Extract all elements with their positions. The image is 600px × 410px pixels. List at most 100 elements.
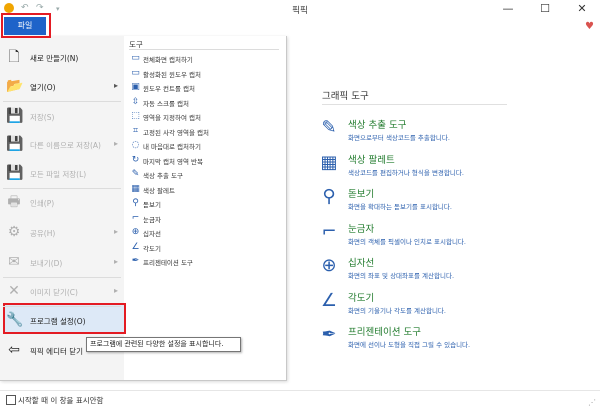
file-menu-item[interactable]: 💾 모든 파일 저장(L)	[0, 159, 124, 189]
file-menu-item-label: 저장(S)	[30, 113, 55, 122]
file-menu-item[interactable]: 🔧 프로그램 설정(O)	[0, 306, 124, 336]
file-menu-item[interactable]: ✕ 이미지 닫기(C) ▸	[0, 277, 124, 307]
tools-menu-item[interactable]: ◌ 내 마음대로 캡처하기	[128, 140, 278, 152]
ruler-icon: ⌐	[131, 212, 140, 223]
presentation-pen-icon: ✒	[131, 256, 140, 266]
heart-icon[interactable]: ♥	[585, 21, 594, 32]
save-icon: 💾	[6, 108, 24, 124]
graphic-tool-item[interactable]: ✎ 색상 추출 도구 화면으로부터 색상코드를 추출합니다.	[318, 117, 518, 151]
tools-menu-item[interactable]: ⊕ 십자선	[128, 227, 278, 239]
file-menu-item-label: 이미지 닫기(C)	[30, 288, 78, 297]
tools-menu-item[interactable]: ⌐ 눈금자	[128, 213, 278, 225]
graphic-tool-name[interactable]: 프리젠테이션 도구	[348, 324, 421, 338]
graphic-tool-name[interactable]: 색상 팔레트	[348, 152, 395, 166]
graphic-tool-item[interactable]: ✒ 프리젠테이션 도구 화면에 선이나 도형을 직접 그릴 수 있습니다.	[318, 324, 518, 358]
settings-tooltip: 프로그램에 관련된 다양한 설정을 표시합니다.	[86, 337, 241, 352]
protractor-icon: ∠	[131, 241, 140, 252]
magnifier-icon: ⚲	[132, 198, 139, 208]
tools-menu-item-label: 십자선	[143, 230, 161, 238]
tools-menu-item[interactable]: ▭ 전체화면 캡처하기	[128, 53, 278, 65]
file-menu-item-label: 보내기(D)	[30, 259, 63, 268]
graphic-tools-divider	[322, 104, 507, 105]
tools-menu-item-label: 마지막 캡처 영역 반복	[143, 157, 204, 166]
region-icon: ⬚	[131, 111, 140, 121]
graphic-tool-description: 화면을 확대하는 돋보기를 표시합니다.	[348, 203, 452, 211]
file-menu-item[interactable]: ✉ 보내기(D) ▸	[0, 248, 124, 278]
tools-menu-item-label: 색상 추출 도구	[143, 172, 184, 180]
new-file-icon: 🗋	[8, 49, 20, 65]
close-button[interactable]: ✕	[564, 0, 600, 18]
freehand-icon: ◌	[131, 140, 140, 150]
file-menu-item[interactable]: 🖶 인쇄(P)	[0, 188, 124, 218]
tools-menu-item-label: 영역을 지정하여 캡처	[143, 114, 201, 122]
submenu-arrow-icon: ▸	[114, 257, 119, 266]
graphic-tools-title: 그래픽 도구	[322, 91, 369, 102]
graphic-tool-name[interactable]: 십자선	[348, 255, 374, 269]
tools-menu-item[interactable]: ✒ 프리젠테이션 도구	[128, 256, 278, 268]
file-menu-item-label: 열기(O)	[30, 83, 56, 92]
graphic-tool-item[interactable]: ∠ 각도기 화면의 기울기나 각도를 계산합니다.	[318, 290, 518, 324]
fixed-region-icon: ⌗	[132, 125, 139, 136]
tools-menu-item[interactable]: ↻ 마지막 캡처 영역 반복	[128, 155, 278, 167]
graphic-tool-item[interactable]: ⌐ 눈금자 화면의 객체를 픽셀이나 인치로 표시합니다.	[318, 221, 518, 255]
tools-menu-item[interactable]: ∠ 각도기	[128, 242, 278, 254]
save-all-icon: 💾	[6, 165, 24, 181]
window-icon: ▭	[131, 67, 140, 78]
tools-submenu-divider	[129, 49, 279, 50]
eyedropper-icon: ✎	[131, 169, 140, 179]
tools-menu-item[interactable]: ▣ 윈도우 컨트롤 캡처	[128, 82, 278, 94]
graphic-tool-name[interactable]: 색상 추출 도구	[348, 117, 406, 131]
print-icon: 🖶	[7, 194, 21, 210]
graphic-tool-item[interactable]: ⊕ 십자선화면의 좌표 및 상대좌표를 계산합니다.	[318, 255, 518, 289]
tools-menu-item-label: 색상 팔레트	[143, 186, 175, 195]
ruler-icon: ⌐	[321, 220, 337, 242]
graphic-tool-item[interactable]: ⚲ 돋보기화면을 확대하는 돋보기를 표시합니다.	[318, 186, 518, 220]
tools-menu-item[interactable]: ✎ 색상 추출 도구	[128, 169, 278, 181]
maximize-button[interactable]: ☐	[527, 0, 563, 18]
tools-menu-item[interactable]: ⌗ 고정된 사각 영역을 캡처	[128, 126, 278, 138]
tools-menu-item-label: 전체화면 캡처하기	[143, 56, 193, 64]
graphic-tool-description: 화면의 기울기나 각도를 계산합니다.	[348, 306, 446, 315]
file-menu-item-label: 픽픽 에디터 닫기	[30, 347, 84, 356]
file-menu-item-label: 프로그램 설정(O)	[30, 317, 86, 326]
send-icon: ✉	[8, 254, 20, 270]
tools-menu-item-label: 돋보기	[143, 201, 161, 209]
share-icon: ⚙	[7, 224, 21, 240]
tools-menu-item-label: 눈금자	[143, 215, 161, 224]
graphic-tool-description: 화면에 선이나 도형을 직접 그릴 수 있습니다.	[348, 341, 471, 349]
close-image-icon: ✕	[8, 283, 20, 299]
tools-menu-item[interactable]: ⇳ 자동 스크롤 캡처	[128, 97, 278, 109]
crosshair-icon: ⊕	[131, 227, 140, 237]
submenu-arrow-icon: ▸	[114, 227, 119, 236]
minimize-button[interactable]: —	[490, 0, 526, 18]
tools-menu-item[interactable]: ▦ 색상 팔레트	[128, 184, 278, 196]
monitor-icon: ▭	[131, 53, 140, 63]
crosshair-icon: ⊕	[321, 255, 337, 276]
magnifier-icon: ⚲	[322, 186, 336, 207]
resize-grip-icon[interactable]: ⋰	[588, 398, 596, 407]
file-menu-item[interactable]: 💾 저장(S)	[0, 102, 124, 132]
exit-icon: ⇦	[8, 342, 20, 358]
graphic-tool-description: 화면으로부터 색상코드를 추출합니다.	[348, 134, 450, 142]
file-menu-item[interactable]: 💾 다른 이름으로 저장(A) ▸	[0, 130, 124, 160]
tools-menu-item-label: 자동 스크롤 캡처	[143, 99, 189, 108]
tools-menu-item[interactable]: ▭ 활성화된 윈도우 캡처	[128, 68, 278, 80]
file-tab[interactable]: 파일	[4, 17, 46, 35]
dont-show-checkbox[interactable]	[6, 395, 16, 405]
file-menu-item[interactable]: 🗋 새로 만들기(N)	[0, 43, 124, 73]
dont-show-label: 시작할 때 이 창을 표시안함	[18, 396, 104, 405]
graphic-tool-item[interactable]: ▦ 색상 팔레트 색상코드를 편집하거나 형식을 변경합니다.	[318, 152, 518, 186]
tools-menu-item[interactable]: ⚲ 돋보기	[128, 198, 278, 210]
palette-icon: ▦	[131, 183, 140, 194]
tools-menu-item[interactable]: ⬚ 영역을 지정하여 캡처	[128, 111, 278, 123]
graphic-tool-description: 색상코드를 편집하거나 형식을 변경합니다.	[348, 168, 464, 177]
graphic-tool-description: 화면의 좌표 및 상대좌표를 계산합니다.	[348, 272, 455, 280]
graphic-tool-name[interactable]: 눈금자	[348, 221, 374, 235]
tools-menu-item-label: 활성화된 윈도우 캡처	[143, 70, 201, 79]
file-menu-item[interactable]: 📂 열기(O) ▸	[0, 72, 124, 102]
tools-menu-item-label: 내 마음대로 캡처하기	[143, 143, 201, 151]
graphic-tool-name[interactable]: 각도기	[348, 290, 374, 304]
graphic-tool-name[interactable]: 돋보기	[348, 186, 374, 200]
file-menu-item[interactable]: ⚙ 공유(H) ▸	[0, 218, 124, 248]
tools-menu-item-label: 프리젠테이션 도구	[143, 259, 193, 267]
